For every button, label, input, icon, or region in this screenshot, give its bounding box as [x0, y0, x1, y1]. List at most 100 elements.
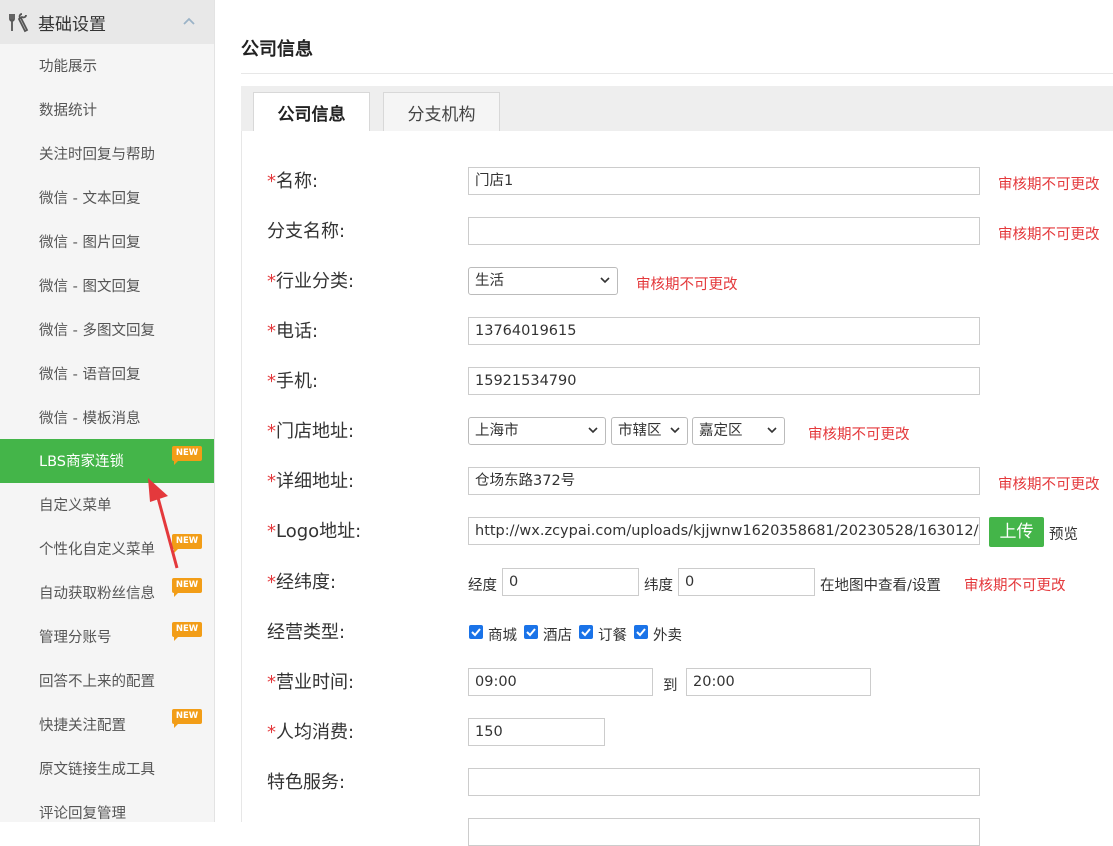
form-row-biz-type: 经营类型: 商城 酒店 订餐 外卖	[242, 618, 1113, 648]
biz-type-label: 经营类型:	[267, 622, 346, 643]
latitude-input[interactable]: 0	[678, 568, 815, 596]
tab-company-info[interactable]: 公司信息	[253, 92, 370, 131]
avg-cost-input[interactable]: 150	[468, 718, 605, 746]
sidebar-item[interactable]: 微信 - 模板消息	[0, 395, 214, 439]
longitude-label: 经度	[468, 578, 497, 594]
locked-note: 审核期不可更改	[998, 177, 1100, 193]
sidebar-item-label: 微信 - 文本回复	[39, 191, 141, 208]
tools-icon	[8, 11, 30, 33]
sidebar-header-label: 基础设置	[38, 14, 106, 35]
sidebar-item[interactable]: 回答不上来的配置	[0, 658, 214, 702]
name-input[interactable]: 门店1	[468, 167, 980, 195]
form-row-special: 特色服务:	[242, 768, 1113, 798]
hours-to-input[interactable]: 20:00	[686, 668, 871, 696]
sidebar-item-label: 数据统计	[39, 103, 97, 120]
checkbox-label: 订餐	[598, 628, 627, 644]
checkbox-order[interactable]	[579, 625, 593, 639]
sidebar-item-label: 功能展示	[39, 59, 97, 76]
new-badge: NEW	[172, 621, 202, 641]
sidebar-item-label: 关注时回复与帮助	[39, 147, 155, 164]
sidebar-item-label: 评论回复管理	[39, 805, 126, 822]
mobile-input[interactable]: 15921534790	[468, 367, 980, 395]
longitude-input[interactable]: 0	[502, 568, 639, 596]
sidebar-item-label: 回答不上来的配置	[39, 673, 155, 690]
form-row-avg-cost: *人均消费: 150	[242, 718, 1113, 748]
logo-label: *Logo地址:	[267, 521, 362, 542]
sidebar-item[interactable]: 微信 - 图文回复	[0, 263, 214, 307]
sidebar-item-label: 快捷关注配置	[39, 717, 126, 734]
sidebar-item[interactable]: 微信 - 图片回复	[0, 220, 214, 264]
new-badge: NEW	[172, 709, 202, 729]
sidebar-section-header[interactable]: 基础设置	[0, 0, 214, 44]
logo-url-input[interactable]: http://wx.zcypai.com/uploads/kjjwnw16203…	[468, 517, 980, 545]
sidebar-item-label: 微信 - 模板消息	[39, 410, 141, 427]
hours-to-label: 到	[663, 678, 678, 694]
hours-from-input[interactable]: 09:00	[468, 668, 653, 696]
form-row-mobile: *手机: 15921534790	[242, 367, 1113, 397]
sidebar-item[interactable]: 自动获取粉丝信息 NEW	[0, 571, 214, 615]
locked-note: 审核期不可更改	[636, 277, 738, 293]
sidebar-item[interactable]: 原文链接生成工具	[0, 746, 214, 790]
sidebar-item-label: 微信 - 语音回复	[39, 366, 141, 383]
sidebar-item[interactable]: 快捷关注配置 NEW	[0, 702, 214, 746]
company-form: *名称: 门店1 审核期不可更改 分支名称: 审核期不可更改 *行业分类: 生活…	[241, 131, 1113, 846]
chevron-up-icon[interactable]	[182, 14, 196, 28]
sidebar-item-label: 管理分账号	[39, 630, 112, 647]
city-select[interactable]: 市辖区	[611, 417, 688, 445]
sidebar-item[interactable]: 微信 - 语音回复	[0, 351, 214, 395]
form-row-name: *名称: 门店1 审核期不可更改	[242, 167, 1113, 197]
form-row-logo: *Logo地址: http://wx.zcypai.com/uploads/kj…	[242, 517, 1113, 547]
checkbox-takeout[interactable]	[634, 625, 648, 639]
avg-cost-label: *人均消费:	[267, 722, 355, 743]
form-row-branch-name: 分支名称: 审核期不可更改	[242, 217, 1113, 247]
detail-address-label: *详细地址:	[267, 471, 355, 492]
tab-bar: 公司信息 分支机构	[241, 86, 1113, 131]
sidebar-item[interactable]: 关注时回复与帮助	[0, 132, 214, 176]
form-row-industry: *行业分类: 生活 审核期不可更改	[242, 267, 1113, 297]
checkbox-label: 外卖	[653, 628, 682, 644]
new-badge: NEW	[172, 577, 202, 597]
sidebar-item-label: 微信 - 图片回复	[39, 235, 141, 251]
special-input[interactable]	[468, 768, 980, 796]
chevron-down-icon	[600, 277, 610, 284]
sidebar-item[interactable]: 微信 - 多图文回复	[0, 307, 214, 351]
upload-button[interactable]: 上传	[989, 517, 1044, 547]
locked-note: 审核期不可更改	[808, 427, 910, 443]
sidebar-item[interactable]: 数据统计	[0, 88, 214, 132]
phone-label: *电话:	[267, 321, 319, 342]
sidebar-item[interactable]: 微信 - 文本回复	[0, 176, 214, 220]
industry-select[interactable]: 生活	[468, 267, 618, 295]
locked-note: 审核期不可更改	[998, 227, 1100, 243]
checkbox-mall[interactable]	[469, 625, 483, 639]
next-input-partial[interactable]	[468, 818, 980, 846]
coords-label: *经纬度:	[267, 572, 337, 593]
form-row-coords: *经纬度: 经度 0 纬度 0 在地图中查看/设置 审核期不可更改	[242, 568, 1113, 598]
sidebar-item[interactable]: 功能展示	[0, 44, 214, 88]
preview-link[interactable]: 预览	[1049, 523, 1078, 544]
tab-branches[interactable]: 分支机构	[383, 92, 500, 131]
branch-name-input[interactable]	[468, 217, 980, 245]
sidebar-item-label: 微信 - 多图文回复	[39, 322, 155, 339]
form-row-phone: *电话: 13764019615	[242, 317, 1113, 347]
chevron-down-icon	[670, 427, 680, 434]
sidebar-item[interactable]: 评论回复管理	[0, 790, 214, 822]
district-select[interactable]: 嘉定区	[692, 417, 785, 445]
form-row-hours: *营业时间: 09:00 到 20:00	[242, 668, 1113, 698]
sidebar-item[interactable]: 管理分账号 NEW	[0, 615, 214, 659]
special-label: 特色服务:	[267, 772, 346, 793]
name-label: *名称:	[267, 171, 319, 192]
latitude-label: 纬度	[644, 578, 673, 594]
detail-address-input[interactable]: 仓场东路372号	[468, 467, 980, 495]
province-select[interactable]: 上海市	[468, 417, 606, 445]
phone-input[interactable]: 13764019615	[468, 317, 980, 345]
divider	[241, 73, 1113, 74]
map-link[interactable]: 在地图中查看/设置	[820, 574, 941, 595]
mobile-label: *手机:	[267, 371, 319, 392]
sidebar: 基础设置 功能展示 数据统计 关注时回复与帮助 微信 - 文本回复 微信 - 图片回复微…	[0, 0, 215, 822]
hours-label: *营业时间:	[267, 672, 355, 693]
checkbox-hotel[interactable]	[524, 625, 538, 639]
form-row-detail-address: *详细地址: 仓场东路372号 审核期不可更改	[242, 467, 1113, 497]
red-arrow-annotation	[148, 478, 179, 569]
industry-label: *行业分类:	[267, 271, 355, 292]
sidebar-menu: 功能展示数据统计关注时回复与帮助 微信 - 文本回复 微信 - 图片回复微信 - 图…	[0, 44, 214, 822]
